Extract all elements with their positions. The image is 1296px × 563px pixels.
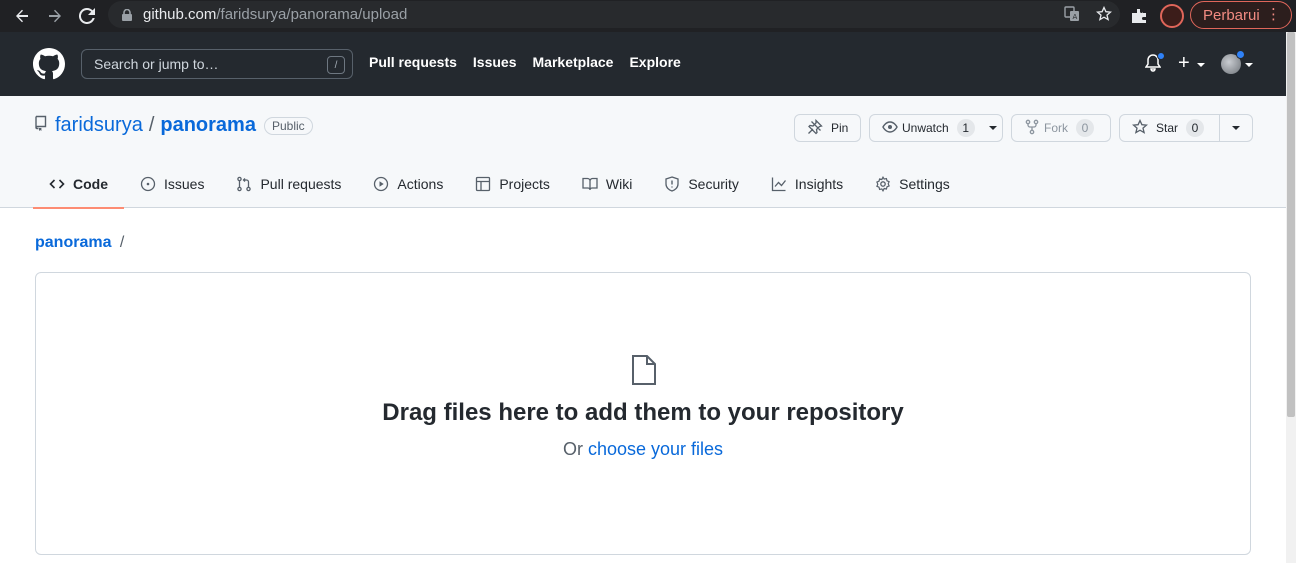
star-icon [1131,118,1149,138]
repo-tabs: Code Issues Pull requests Actions Projec… [33,160,966,209]
create-caret-icon[interactable] [1197,63,1205,67]
more-menu-icon[interactable]: ⋮ [1266,7,1281,22]
tab-pull-requests[interactable]: Pull requests [220,160,357,208]
tab-actions-label: Actions [397,176,444,192]
gear-icon [876,176,891,192]
watch-caret-icon [988,126,997,130]
shield-icon [665,176,679,192]
star-label: Star [1156,121,1179,135]
repo-name-link[interactable]: panorama [160,114,256,137]
repo-icon [33,114,49,137]
github-header: Search or jump to… / Pull requests Issue… [0,32,1286,96]
unwatch-label: Unwatch [902,121,949,135]
tab-code-label: Code [73,176,108,192]
user-menu-caret-icon[interactable] [1245,63,1253,67]
tab-wiki[interactable]: Wiki [566,160,648,208]
repo-separator: / [148,114,155,136]
update-label: Perbarui [1203,6,1260,24]
notification-dot [1157,52,1165,60]
repo-owner-link[interactable]: faridsurya [55,114,143,137]
breadcrumb-slash: / [119,234,125,251]
breadcrumb: panorama / [35,234,124,252]
avatar-status-dot [1236,50,1245,59]
tab-issues[interactable]: Issues [124,160,220,208]
bookmark-star-icon[interactable] [1095,5,1113,27]
tab-actions[interactable]: Actions [357,160,459,208]
global-nav: Pull requests Issues Marketplace Explore [369,54,681,70]
repo-header: faridsurya / panorama Public Pin Unwatch… [0,96,1286,209]
nav-pull-requests[interactable]: Pull requests [369,54,457,70]
table-icon [476,176,491,192]
pin-icon [807,118,823,138]
pin-button[interactable]: Pin [794,114,861,142]
fork-count: 0 [1076,119,1094,137]
tab-security-label: Security [688,176,739,192]
scrollbar-thumb[interactable] [1287,32,1295,417]
back-icon[interactable] [11,5,33,27]
translate-icon[interactable]: A [1064,6,1080,27]
tab-issues-label: Issues [164,176,205,192]
book-icon [582,177,598,191]
fork-button[interactable]: Fork 0 [1011,114,1111,142]
eye-icon [882,119,898,138]
github-logo-icon[interactable] [33,48,65,80]
search-input[interactable]: Search or jump to… / [81,49,353,79]
lock-icon[interactable] [120,8,134,22]
or-text: Or [562,439,588,459]
svg-text:A: A [1073,13,1078,21]
visibility-badge: Public [263,116,313,135]
pull-request-icon [237,176,252,192]
star-list-caret-icon[interactable] [1232,126,1240,130]
tab-insights-label: Insights [794,176,844,192]
address-bar[interactable]: github.com/faridsurya/panorama/upload A [108,1,1120,28]
file-drop-zone[interactable]: Drag files here to add them to your repo… [35,272,1251,555]
search-shortcut-key: / [327,56,345,74]
play-icon [374,176,389,192]
code-icon [49,179,65,189]
browser-toolbar: github.com/faridsurya/panorama/upload A … [0,0,1296,32]
graph-icon [771,177,786,192]
star-button[interactable]: Star 0 [1119,114,1253,142]
repo-title: faridsurya / panorama Public [33,114,313,137]
watch-count: 1 [956,119,975,137]
notifications-bell-icon[interactable] [1144,52,1165,74]
star-count: 0 [1186,119,1205,137]
breadcrumb-repo-link[interactable]: panorama [35,234,111,251]
choose-files-link[interactable]: choose your files [588,439,723,459]
tab-wiki-label: Wiki [605,176,633,192]
create-new-icon[interactable]: + [1178,52,1190,75]
tab-security[interactable]: Security [648,160,755,208]
tab-code[interactable]: Code [33,160,124,209]
tab-settings-label: Settings [899,176,950,192]
issue-icon [140,176,156,192]
search-placeholder: Search or jump to… [94,56,219,72]
reload-icon[interactable] [76,5,98,27]
drop-zone-title: Drag files here to add them to your repo… [382,399,904,426]
url-text: github.com/faridsurya/panorama/upload [143,6,408,23]
forward-icon[interactable] [44,5,66,27]
nav-issues[interactable]: Issues [473,54,517,70]
tab-pull-requests-label: Pull requests [260,176,342,192]
profile-avatar-icon[interactable] [1160,4,1184,28]
nav-marketplace[interactable]: Marketplace [533,54,614,70]
extensions-icon[interactable] [1128,5,1150,27]
nav-explore[interactable]: Explore [629,54,680,70]
pin-label: Pin [831,121,849,135]
tab-projects[interactable]: Projects [459,160,566,208]
star-divider [1219,114,1220,142]
tab-projects-label: Projects [499,176,550,192]
tab-settings[interactable]: Settings [859,160,966,208]
update-button[interactable]: Perbarui ⋮ [1190,1,1292,29]
page-scrollbar[interactable] [1286,32,1296,563]
unwatch-button[interactable]: Unwatch 1 [869,114,1003,142]
tab-insights[interactable]: Insights [755,160,859,208]
file-icon [630,354,658,386]
fork-label: Fork [1044,121,1068,135]
drop-zone-subtitle: Or choose your files [36,439,1250,460]
user-avatar[interactable] [1221,50,1245,74]
fork-icon [1024,119,1040,138]
